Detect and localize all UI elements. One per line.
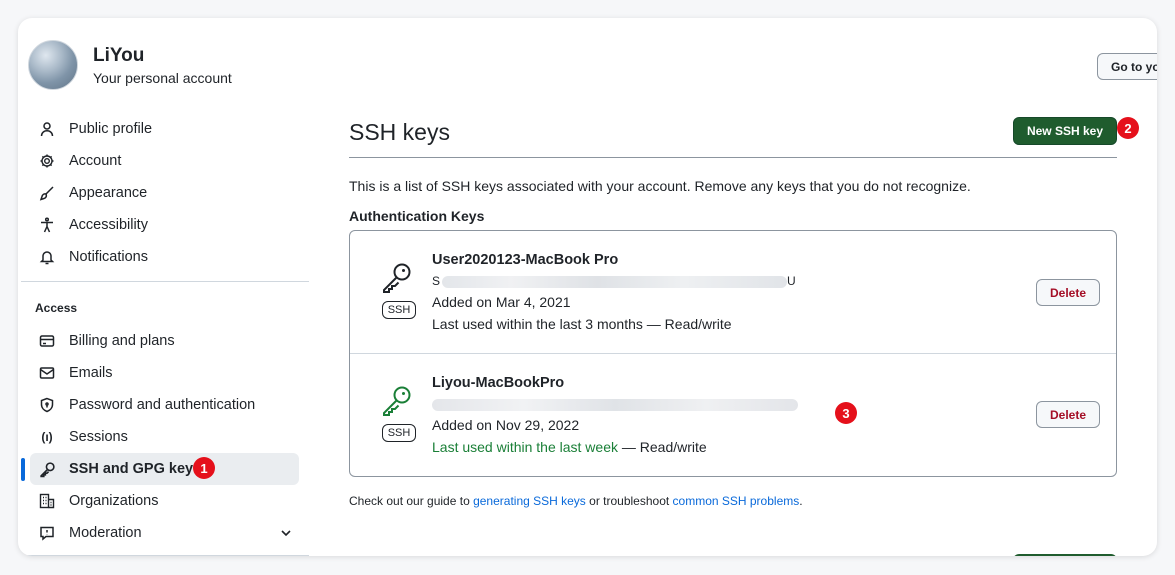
sidebar-item-ssh-gpg[interactable]: SSH and GPG keys <box>30 453 299 485</box>
sidebar-item-label: Moderation <box>69 525 142 541</box>
avatar[interactable] <box>28 40 78 90</box>
key-title: Liyou-MacBookPro <box>432 375 565 391</box>
sidebar-item-billing[interactable]: Billing and plans <box>30 325 299 357</box>
key-icon-active <box>380 384 414 418</box>
sidebar-item-emails[interactable]: Emails <box>30 357 299 389</box>
footer-text: Check out our guide to <box>349 494 474 508</box>
sidebar-item-sessions[interactable]: (ı) Sessions <box>30 421 299 453</box>
sidebar-divider <box>21 281 309 282</box>
generating-ssh-keys-link[interactable]: generating SSH keys <box>473 494 586 508</box>
delete-key-button[interactable]: Delete <box>1036 401 1100 428</box>
ssh-tag: SSH <box>382 424 416 442</box>
authentication-keys-heading: Authentication Keys <box>349 208 485 224</box>
sidebar-item-account[interactable]: Account <box>30 145 299 177</box>
ssh-tag: SSH <box>382 301 416 319</box>
active-indicator <box>21 458 25 481</box>
key-last-used: Last used within the last 3 months — Rea… <box>432 316 732 332</box>
chevron-down-icon[interactable] <box>280 526 292 544</box>
title-divider <box>349 157 1117 158</box>
key-added-date: Added on Mar 4, 2021 <box>432 294 571 310</box>
fingerprint-start: S <box>432 274 441 288</box>
sidebar-item-public-profile[interactable]: Public profile <box>30 113 299 145</box>
access-heading: Access <box>35 301 78 315</box>
fingerprint-blurred <box>442 276 787 288</box>
sidebar-item-label: Account <box>69 153 122 169</box>
key-added-date: Added on Nov 29, 2022 <box>432 417 580 433</box>
settings-window: LiYou Your personal account Go to yo Pub… <box>18 18 1157 556</box>
annotation-badge-3: 3 <box>835 402 857 424</box>
access-level: — Read/write <box>618 439 707 455</box>
account-subtitle: Your personal account <box>93 70 232 86</box>
sidebar-item-label: Emails <box>69 365 113 381</box>
sidebar-item-label: Sessions <box>69 429 128 445</box>
report-icon <box>38 524 56 542</box>
key-icon <box>38 460 56 478</box>
cut-off-button[interactable] <box>1013 554 1117 556</box>
sidebar-item-label: Billing and plans <box>69 333 175 349</box>
sidebar-item-organizations[interactable]: Organizations <box>30 485 299 517</box>
help-footer: Check out our guide to generating SSH ke… <box>349 494 803 508</box>
fingerprint-end: U <box>787 274 796 288</box>
credit-card-icon <box>38 332 56 350</box>
new-ssh-key-button[interactable]: New SSH key <box>1013 117 1117 145</box>
annotation-badge-2: 2 <box>1117 117 1139 139</box>
key-title: User2020123-MacBook Pro <box>432 252 619 268</box>
broadcast-icon: (ı) <box>41 430 53 444</box>
sidebar-item-appearance[interactable]: Appearance <box>30 177 299 209</box>
bell-icon <box>38 248 56 266</box>
sidebar-divider-bottom <box>21 555 309 556</box>
key-icon <box>380 261 414 295</box>
account-name: LiYou <box>93 45 145 66</box>
paintbrush-icon <box>38 184 56 202</box>
last-used-recent: Last used within the last week <box>432 439 618 455</box>
ssh-key-row: SSH User2020123-MacBook Pro S U Added on… <box>350 231 1116 353</box>
go-to-profile-button[interactable]: Go to yo <box>1097 53 1157 80</box>
sidebar-item-label: Public profile <box>69 121 153 137</box>
ssh-keys-list: SSH User2020123-MacBook Pro S U Added on… <box>349 230 1117 477</box>
annotation-badge-1: 1 <box>193 457 215 479</box>
sidebar-item-label: Appearance <box>69 185 148 201</box>
page-title: SSH keys <box>349 119 450 145</box>
accessibility-icon <box>38 216 56 234</box>
footer-text: or troubleshoot <box>585 494 673 508</box>
gear-icon <box>38 152 56 170</box>
sidebar-item-password[interactable]: Password and authentication <box>30 389 299 421</box>
key-last-used: Last used within the last week — Read/wr… <box>432 439 707 455</box>
sidebar-item-moderation[interactable]: Moderation <box>30 517 299 549</box>
sidebar-item-label: Accessibility <box>69 217 148 233</box>
shield-lock-icon <box>38 396 56 414</box>
sidebar-item-label: Organizations <box>69 493 159 509</box>
sidebar-item-label: Notifications <box>69 249 148 265</box>
person-icon <box>38 120 56 138</box>
sidebar-item-label: SSH and GPG keys <box>69 461 202 477</box>
delete-key-button[interactable]: Delete <box>1036 279 1100 306</box>
ssh-key-row: SSH Liyou-MacBookPro Added on Nov 29, 20… <box>350 353 1116 476</box>
mail-icon <box>38 364 56 382</box>
sidebar-item-accessibility[interactable]: Accessibility <box>30 209 299 241</box>
sidebar-item-label: Password and authentication <box>69 397 256 413</box>
sidebar-item-notifications[interactable]: Notifications <box>30 241 299 273</box>
footer-text: . <box>799 494 803 508</box>
common-ssh-problems-link[interactable]: common SSH problems <box>673 494 800 508</box>
fingerprint-blurred <box>432 399 798 411</box>
intro-text: This is a list of SSH keys associated wi… <box>349 178 971 194</box>
organization-icon <box>38 492 56 510</box>
